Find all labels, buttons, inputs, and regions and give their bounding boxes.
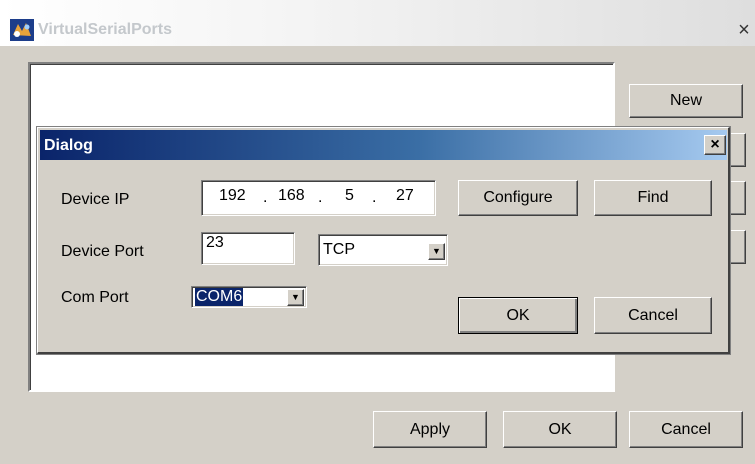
device-ip-label: Device IP (61, 191, 130, 208)
dialog-title: Dialog (44, 137, 93, 154)
protocol-select[interactable]: TCP ▼ (318, 234, 448, 266)
ip-separator: . (372, 189, 377, 206)
ip-separator: . (318, 189, 323, 206)
main-titlebar[interactable]: VirtualSerialPorts × (0, 0, 755, 46)
app-icon (10, 19, 34, 41)
ip-octet-4[interactable]: 27 (396, 187, 414, 205)
window-title: VirtualSerialPorts (38, 21, 172, 38)
dialog-window: Dialog × Device IP 192 . 168 . 5 . 27 Co… (37, 127, 730, 354)
find-button[interactable]: Find (594, 180, 712, 216)
device-ip-field[interactable]: 192 . 168 . 5 . 27 (201, 180, 436, 216)
device-port-label: Device Port (61, 243, 144, 260)
com-port-label: Com Port (61, 289, 129, 306)
new-button[interactable]: New (629, 84, 743, 118)
ok-button[interactable]: OK (503, 411, 617, 448)
chevron-down-icon[interactable]: ▼ (287, 289, 304, 306)
dialog-titlebar[interactable]: Dialog × (40, 130, 727, 160)
ip-octet-2[interactable]: 168 (278, 187, 305, 205)
cancel-button[interactable]: Cancel (629, 411, 743, 448)
ip-octet-1[interactable]: 192 (219, 187, 246, 205)
apply-button[interactable]: Apply (373, 411, 487, 448)
hidden-button-3[interactable] (730, 230, 746, 264)
dialog-ok-button[interactable]: OK (458, 297, 578, 334)
ip-octet-3[interactable]: 5 (345, 187, 354, 205)
ip-separator: . (263, 189, 268, 206)
hidden-button-1[interactable] (730, 133, 746, 167)
protocol-value: TCP (323, 241, 355, 258)
configure-button[interactable]: Configure (458, 180, 578, 216)
com-port-select[interactable]: COM6 ▼ (191, 286, 307, 308)
com-port-value: COM6 (195, 288, 244, 306)
device-port-input[interactable]: 23 (201, 232, 295, 265)
hidden-button-2[interactable] (730, 181, 746, 215)
close-icon[interactable]: × (733, 20, 755, 42)
chevron-down-icon[interactable]: ▼ (428, 243, 445, 260)
dialog-cancel-button[interactable]: Cancel (594, 297, 712, 334)
close-icon[interactable]: × (704, 135, 726, 155)
